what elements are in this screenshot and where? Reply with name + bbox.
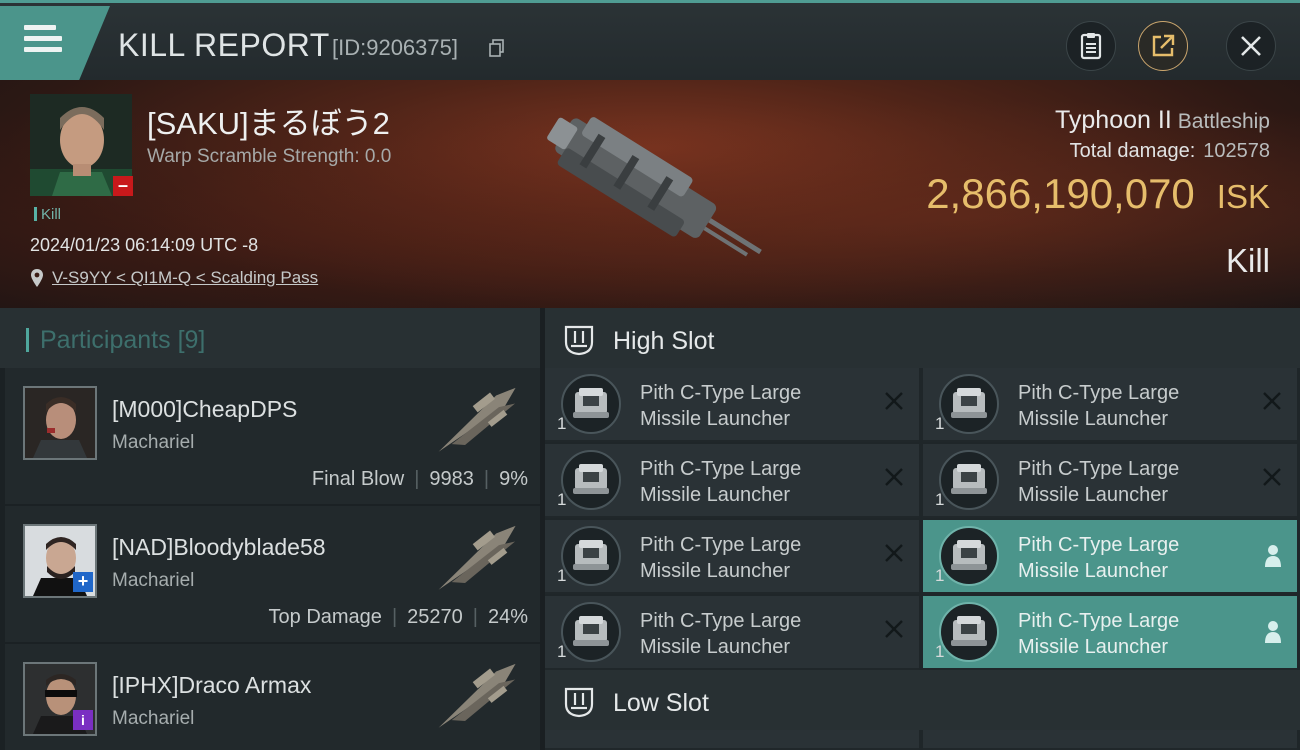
module-quantity: 1 <box>557 566 567 585</box>
module-name: Pith C-Type Large Missile Launcher <box>1018 382 1180 430</box>
missile-launcher-icon <box>939 450 999 510</box>
participants-header[interactable]: Participants [9] <box>0 308 540 368</box>
result-label: Kill <box>1225 242 1270 279</box>
isk-value: 2,866,190,070 ISK <box>926 170 1270 217</box>
ship-class: Battleship <box>1177 110 1270 133</box>
missile-launcher-icon <box>561 450 621 510</box>
module-quantity: 1 <box>557 642 567 661</box>
victim-ship-image[interactable] <box>515 98 785 288</box>
participant-ship-icon <box>438 387 516 452</box>
hamburger-menu-icon[interactable] <box>24 25 62 55</box>
kill-id: [ID:9206375] <box>332 35 458 60</box>
missile-launcher-icon <box>939 602 999 662</box>
high-slot-module[interactable]: 1 Pith C-Type Large Missile Launcher <box>923 368 1297 442</box>
total-damage: Total damage: 102578 <box>1069 140 1270 162</box>
missile-launcher-icon <box>939 374 999 434</box>
info-badge: i <box>73 710 93 730</box>
module-name: Pith C-Type Large Missile Launcher <box>640 458 802 506</box>
low-slot-icon <box>564 687 594 718</box>
top-bar: KILL REPORT [ID:9206375] <box>0 0 1300 80</box>
share-icon <box>1152 34 1175 57</box>
high-slot-module[interactable]: 1 Pith C-Type Large Missile Launcher <box>545 520 919 594</box>
kill-location-link[interactable]: V-S9YY < QI1M-Q < Scalding Pass <box>52 268 318 288</box>
missile-launcher-icon <box>561 526 621 586</box>
module-name: Pith C-Type Large Missile Launcher <box>640 610 802 658</box>
participant-row[interactable]: + [NAD]Bloodyblade58 Machariel Top Damag… <box>5 506 540 642</box>
kill-datetime: 2024/01/23 06:14:09 UTC -8 <box>30 235 259 255</box>
module-quantity: 1 <box>557 414 567 433</box>
victim-ship-name[interactable]: Typhoon II Battleship <box>1055 106 1270 135</box>
destroyed-x-icon <box>885 544 903 562</box>
module-name: Pith C-Type Large Missile Launcher <box>640 382 802 430</box>
person-icon <box>1265 621 1281 643</box>
page-title: KILL REPORT <box>118 27 330 63</box>
module-name: Pith C-Type Large Missile Launcher <box>640 534 802 582</box>
copy-icon[interactable] <box>489 39 505 57</box>
participant-ship-icon <box>438 663 516 728</box>
participants-panel: Participants [9] [M000]CheapDPS Macharie… <box>0 308 540 750</box>
victim-banner: – [SAKU]まるぼう2 Warp Scramble Strength: 0.… <box>0 80 1300 308</box>
high-slot-module[interactable]: 1 Pith C-Type Large Missile Launcher <box>923 520 1297 594</box>
high-slot-title: High Slot <box>613 327 715 355</box>
participant-ship: Machariel <box>112 708 195 729</box>
fitting-panel: High Slot 1 Pith C-Type Large Missile Laun… <box>545 308 1300 750</box>
participant-ship-icon <box>438 525 516 590</box>
location-pin-icon <box>31 269 43 287</box>
high-slot-module[interactable]: 1 Pith C-Type Large Missile Launcher <box>923 596 1297 670</box>
close-button[interactable] <box>1226 21 1276 71</box>
participant-name: [IPHX]Draco Armax <box>112 672 312 698</box>
kill-tag: Kill <box>34 206 61 223</box>
participant-stats: Top Damage | 25270 | 24% <box>268 606 528 628</box>
high-slot-header[interactable]: High Slot <box>545 308 1300 368</box>
participant-stats: Final Blow | 9983 | 9% <box>311 468 528 490</box>
report-button[interactable] <box>1066 21 1116 71</box>
missile-launcher-icon <box>561 374 621 434</box>
participant-row[interactable]: i [IPHX]Draco Armax Machariel <box>5 644 540 750</box>
module-quantity: 1 <box>557 490 567 509</box>
destroyed-x-icon <box>885 620 903 638</box>
destroyed-x-icon <box>885 468 903 486</box>
module-quantity: 1 <box>935 566 945 585</box>
missile-launcher-icon <box>561 602 621 662</box>
module-name: Pith C-Type Large Missile Launcher <box>1018 458 1180 506</box>
module-name: Pith C-Type Large Missile Launcher <box>1018 610 1180 658</box>
participant-name: [NAD]Bloodyblade58 <box>112 534 326 560</box>
destroyed-x-icon <box>1263 468 1281 486</box>
high-slot-module[interactable]: 1 Pith C-Type Large Missile Launcher <box>545 368 919 442</box>
share-button[interactable] <box>1138 21 1188 71</box>
module-quantity: 1 <box>935 490 945 509</box>
clipboard-icon <box>1080 33 1102 60</box>
scramble-strength: Warp Scramble Strength: 0.0 <box>147 146 392 167</box>
module-quantity: 1 <box>935 642 945 661</box>
participant-ship: Machariel <box>112 432 195 453</box>
high-slot-module[interactable]: 1 Pith C-Type Large Missile Launcher <box>545 596 919 670</box>
low-slot-header[interactable]: Low Slot <box>545 670 1300 730</box>
high-slot-module[interactable]: 1 Pith C-Type Large Missile Launcher <box>923 444 1297 518</box>
participants-title: Participants [9] <box>26 326 205 355</box>
hostile-badge: – <box>113 176 133 196</box>
fleet-badge: + <box>73 572 93 592</box>
destroyed-x-icon <box>1263 392 1281 410</box>
missile-launcher-icon <box>939 526 999 586</box>
close-icon <box>1241 36 1261 56</box>
high-slot-icon <box>564 325 594 356</box>
module-name: Pith C-Type Large Missile Launcher <box>1018 534 1180 582</box>
module-quantity: 1 <box>935 414 945 433</box>
low-slot-module-partial[interactable] <box>923 730 1297 750</box>
high-slot-module[interactable]: 1 Pith C-Type Large Missile Launcher <box>545 444 919 518</box>
participant-avatar <box>23 386 97 460</box>
participant-row[interactable]: [M000]CheapDPS Machariel Final Blow | 9983… <box>5 368 540 504</box>
victim-name[interactable]: [SAKU]まるぼう2 <box>147 98 390 143</box>
participant-name: [M000]CheapDPS <box>112 396 298 422</box>
person-icon <box>1265 545 1281 567</box>
low-slot-title: Low Slot <box>613 689 709 717</box>
participant-ship: Machariel <box>112 570 195 591</box>
destroyed-x-icon <box>885 392 903 410</box>
low-slot-module-partial[interactable] <box>545 730 919 750</box>
